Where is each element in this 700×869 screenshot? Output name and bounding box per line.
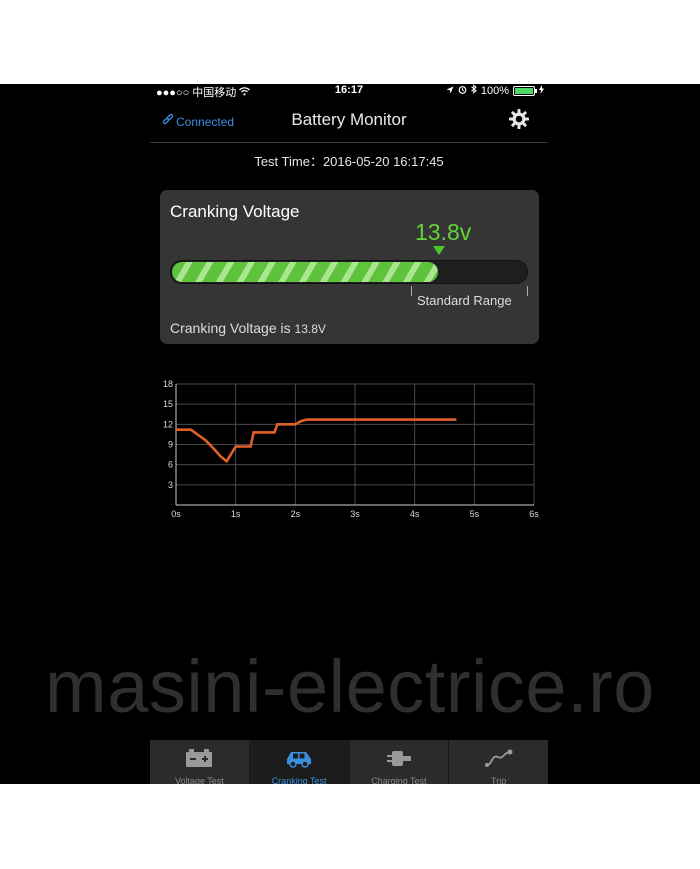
page-title: Battery Monitor	[291, 110, 407, 129]
voltage-summary: Cranking Voltage is 13.8V	[170, 320, 326, 336]
x-tick-label: 4s	[410, 509, 420, 519]
bluetooth-icon	[471, 84, 477, 97]
y-tick-label: 18	[163, 379, 173, 389]
battery-percent: 100%	[480, 84, 509, 97]
nav-bar: Connected Battery Monitor	[150, 98, 548, 143]
summary-text: Cranking Voltage is	[170, 320, 295, 336]
range-tick-end	[527, 286, 528, 296]
plug-icon	[385, 748, 413, 773]
cranking-voltage-card: Cranking Voltage 13.8v Standard Range Cr…	[160, 190, 539, 344]
tab-label: Charging Test	[371, 776, 427, 784]
alarm-icon	[458, 85, 467, 97]
tab-charging-test[interactable]: Charging Test	[350, 740, 450, 784]
status-right: 100%	[446, 84, 544, 97]
card-title: Cranking Voltage	[170, 202, 300, 221]
tab-label: Voltage Test	[174, 776, 224, 784]
tab-voltage-test[interactable]: Voltage Test	[150, 740, 250, 784]
tab-label: Trip	[491, 776, 507, 784]
test-time: Test Time：2016-05-20 16:17:45	[254, 154, 444, 169]
route-icon	[484, 748, 514, 773]
y-tick-label: 15	[163, 399, 173, 409]
voltage-progress-fill	[172, 262, 438, 282]
x-tick-label: 0s	[171, 509, 181, 519]
battery-level-icon	[513, 85, 537, 96]
voltage-value: 13.8v	[415, 219, 472, 245]
settings-button[interactable]	[508, 108, 530, 135]
standard-range-label: Standard Range	[417, 293, 512, 308]
y-tick-label: 3	[168, 480, 173, 490]
status-bar: ●●●○○ 中国移动 16:17 100%	[150, 84, 548, 99]
battery-icon	[185, 748, 213, 773]
y-tick-label: 9	[168, 440, 173, 450]
phone-screen: ●●●○○ 中国移动 16:17 100% Connected Battery …	[0, 84, 700, 784]
value-marker-icon	[433, 246, 445, 255]
cranking-chart: 0s 1s 2s 3s 4s 5s 6s 18 15 12 9 6 3	[163, 379, 539, 519]
charging-bolt-icon	[539, 84, 544, 97]
x-tick-label: 2s	[291, 509, 301, 519]
tab-trip[interactable]: Trip	[449, 740, 548, 784]
car-icon	[284, 748, 314, 773]
y-tick-label: 6	[168, 460, 173, 470]
y-tick-label: 12	[163, 419, 173, 429]
range-tick-start	[411, 286, 412, 296]
watermark: masini-electrice.ro	[45, 645, 655, 728]
gear-icon	[508, 109, 530, 134]
location-icon	[446, 85, 454, 97]
summary-value: 13.8V	[294, 322, 326, 336]
tab-cranking-test[interactable]: Cranking Test	[249, 740, 350, 784]
tab-bar: Voltage Test Cranking Test Charging Test…	[150, 740, 548, 784]
x-tick-label: 6s	[529, 509, 539, 519]
tab-label: Cranking Test	[271, 776, 327, 784]
voltage-progress-bar	[170, 260, 528, 284]
x-tick-label: 1s	[231, 509, 241, 519]
x-tick-label: 3s	[350, 509, 360, 519]
x-tick-label: 5s	[470, 509, 480, 519]
